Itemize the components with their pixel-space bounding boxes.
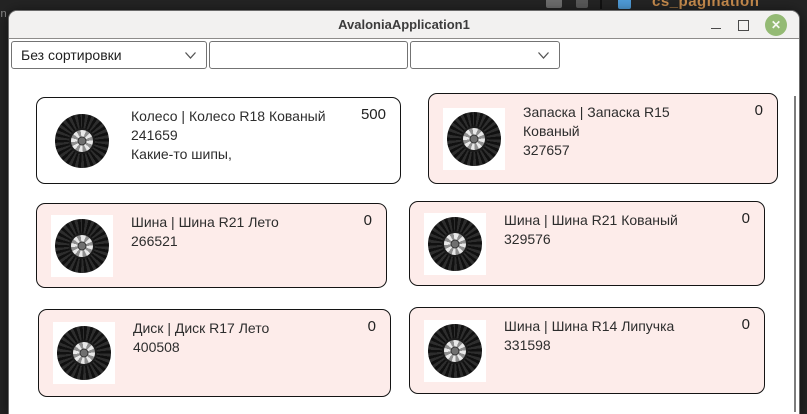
tire-image: [443, 108, 505, 170]
product-id: 266521: [131, 232, 334, 251]
background-toolbar-icon: [576, 0, 588, 8]
product-card[interactable]: Диск | Диск R17 Лето 400508 0: [38, 309, 391, 397]
product-card[interactable]: Шина | Шина R14 Липучка 331598 0: [409, 307, 765, 394]
product-title: Шина | Шина R21 Лето: [131, 213, 334, 232]
product-count: 0: [364, 212, 372, 229]
sort-combobox[interactable]: Без сортировки: [11, 41, 207, 69]
minimize-button[interactable]: [710, 18, 722, 32]
filter-combobox[interactable]: [410, 41, 560, 69]
search-textbox-wrap: [209, 41, 408, 69]
product-card[interactable]: Шина | Шина R21 Лето 266521 0: [36, 203, 387, 288]
close-button[interactable]: ✕: [765, 14, 787, 36]
product-id: 241659: [131, 126, 348, 145]
product-description: Какие-то шипы,: [131, 145, 348, 164]
tire-image: [424, 213, 486, 275]
product-id: 329576: [504, 230, 712, 249]
product-title: Колесо | Колесо R18 Кованый: [131, 107, 348, 126]
search-input[interactable]: [210, 42, 407, 68]
window-title: AvaloniaApplication1: [338, 17, 470, 32]
maximize-button[interactable]: [738, 20, 749, 31]
product-id: 400508: [133, 338, 338, 357]
product-count: 0: [368, 318, 376, 335]
product-title: Шина | Шина R21 Кованый: [504, 211, 712, 230]
window-controls: ✕: [710, 11, 787, 39]
product-title: Шина | Шина R14 Липучка: [504, 317, 712, 336]
product-count: 500: [361, 106, 386, 123]
background-tab-divider: [600, 0, 602, 9]
desktop-background: in cs_pagination AvaloniaApplication1 ✕ …: [0, 0, 807, 414]
product-count: 0: [755, 102, 763, 119]
vertical-scrollbar[interactable]: [794, 96, 797, 412]
titlebar[interactable]: AvaloniaApplication1 ✕: [9, 11, 799, 39]
background-toolbar-icon: [546, 0, 562, 8]
product-card[interactable]: Шина | Шина R21 Кованый 329576 0: [409, 201, 765, 286]
file-icon: [618, 0, 631, 9]
product-id: 331598: [504, 336, 712, 355]
chevron-down-icon: [184, 51, 197, 60]
tire-image: [424, 320, 486, 382]
tire-image: [53, 322, 115, 384]
sort-combobox-value: Без сортировки: [21, 47, 122, 63]
editor-tab-label: cs_pagination: [652, 0, 759, 10]
product-count: 0: [742, 210, 750, 227]
product-title: Запаска | Запаска R15 Кованый: [523, 103, 725, 141]
product-card[interactable]: Колесо | Колесо R18 Кованый 241659 Какие…: [36, 97, 401, 184]
app-window: AvaloniaApplication1 ✕ Без сортировки: [8, 10, 800, 414]
toolbar: Без сортировки: [11, 41, 801, 71]
product-title: Диск | Диск R17 Лето: [133, 319, 338, 338]
product-count: 0: [742, 316, 750, 333]
background-editor-text: in: [0, 8, 7, 20]
chevron-down-icon: [537, 51, 550, 60]
tire-image: [51, 110, 113, 172]
product-id: 327657: [523, 141, 725, 160]
product-card[interactable]: Запаска | Запаска R15 Кованый 327657 0: [428, 93, 778, 184]
tire-image: [51, 215, 113, 277]
